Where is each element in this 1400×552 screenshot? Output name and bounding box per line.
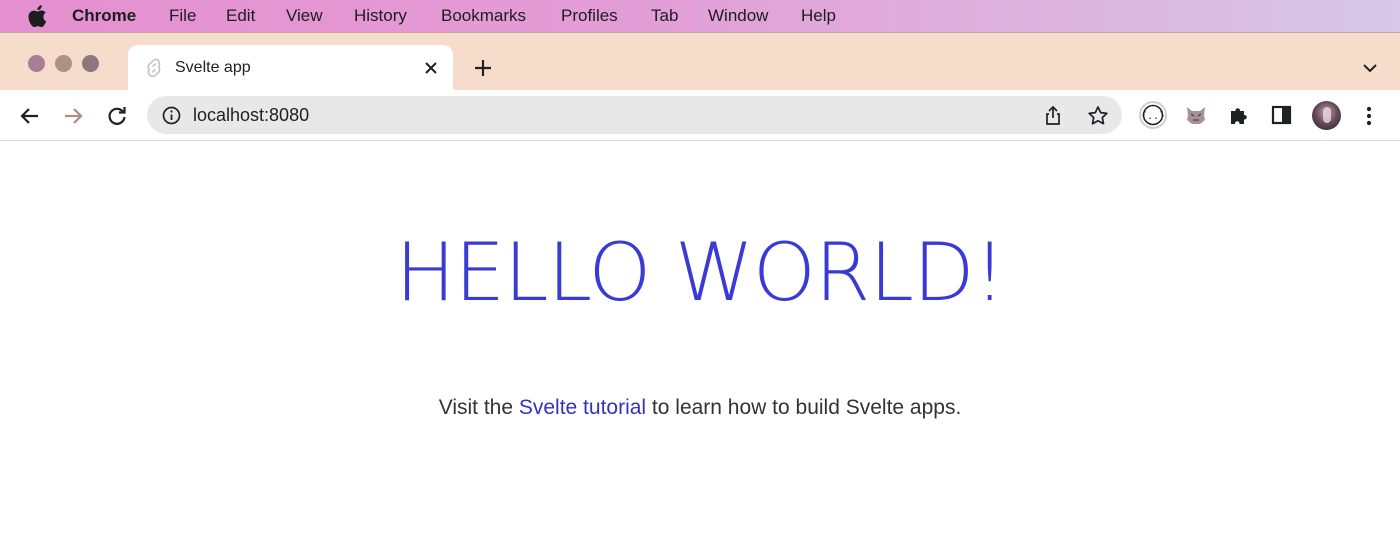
intro-paragraph: Visit the Svelte tutorial to learn how t… — [0, 396, 1400, 420]
tab-title: Svelte app — [175, 59, 251, 76]
forward-icon[interactable] — [62, 105, 84, 127]
menu-window[interactable]: Window — [708, 6, 768, 26]
apple-icon[interactable] — [27, 5, 47, 27]
heading-text: HELLO WORLD! — [395, 226, 1005, 319]
zoom-window-button[interactable] — [82, 55, 99, 72]
bookmark-star-icon[interactable] — [1087, 105, 1109, 126]
menu-chrome[interactable]: Chrome — [72, 6, 136, 26]
share-icon[interactable] — [1043, 105, 1063, 126]
reload-icon[interactable] — [106, 105, 128, 127]
menu-view[interactable]: View — [286, 6, 323, 26]
menu-file[interactable]: File — [169, 6, 196, 26]
tab-svelte-app[interactable]: Svelte app — [128, 45, 453, 92]
browser-toolbar: localhost:8080 {..} — [0, 90, 1400, 141]
page-heading: HELLO WORLD! — [0, 233, 1400, 313]
svg-text:{..}: {..} — [1141, 111, 1165, 122]
macos-menu-bar: Chrome File Edit View History Bookmarks … — [0, 0, 1400, 32]
back-icon[interactable] — [19, 105, 41, 127]
minimize-window-button[interactable] — [55, 55, 72, 72]
close-window-button[interactable] — [28, 55, 45, 72]
site-info-icon[interactable] — [162, 106, 181, 125]
tab-search-chevron-icon[interactable] — [1360, 59, 1380, 77]
tab-strip: Svelte app — [0, 32, 1400, 92]
more-menu-icon[interactable] — [1359, 105, 1379, 127]
paragraph-prefix: Visit the — [438, 396, 519, 419]
menu-bookmarks[interactable]: Bookmarks — [441, 6, 526, 26]
menu-tab[interactable]: Tab — [651, 6, 678, 26]
paragraph-suffix: to learn how to build Svelte apps. — [646, 396, 962, 419]
menu-help[interactable]: Help — [801, 6, 836, 26]
url-text[interactable]: localhost:8080 — [193, 105, 309, 126]
avatar[interactable] — [1312, 101, 1341, 130]
extension-api-icon[interactable]: {..} — [1138, 100, 1168, 130]
menu-edit[interactable]: Edit — [226, 6, 255, 26]
new-tab-icon[interactable] — [472, 57, 494, 79]
address-bar[interactable]: localhost:8080 — [147, 96, 1122, 134]
menu-profiles[interactable]: Profiles — [561, 6, 618, 26]
svelte-icon — [147, 58, 161, 78]
menu-history[interactable]: History — [354, 6, 407, 26]
side-panel-icon[interactable] — [1271, 105, 1292, 125]
extension-fox-icon[interactable] — [1184, 103, 1208, 127]
puzzle-icon[interactable] — [1228, 104, 1250, 126]
page-content: HELLO WORLD! Visit the Svelte tutorial t… — [0, 141, 1400, 552]
close-tab-icon[interactable] — [422, 59, 440, 77]
svelte-tutorial-link[interactable]: Svelte tutorial — [519, 396, 646, 419]
